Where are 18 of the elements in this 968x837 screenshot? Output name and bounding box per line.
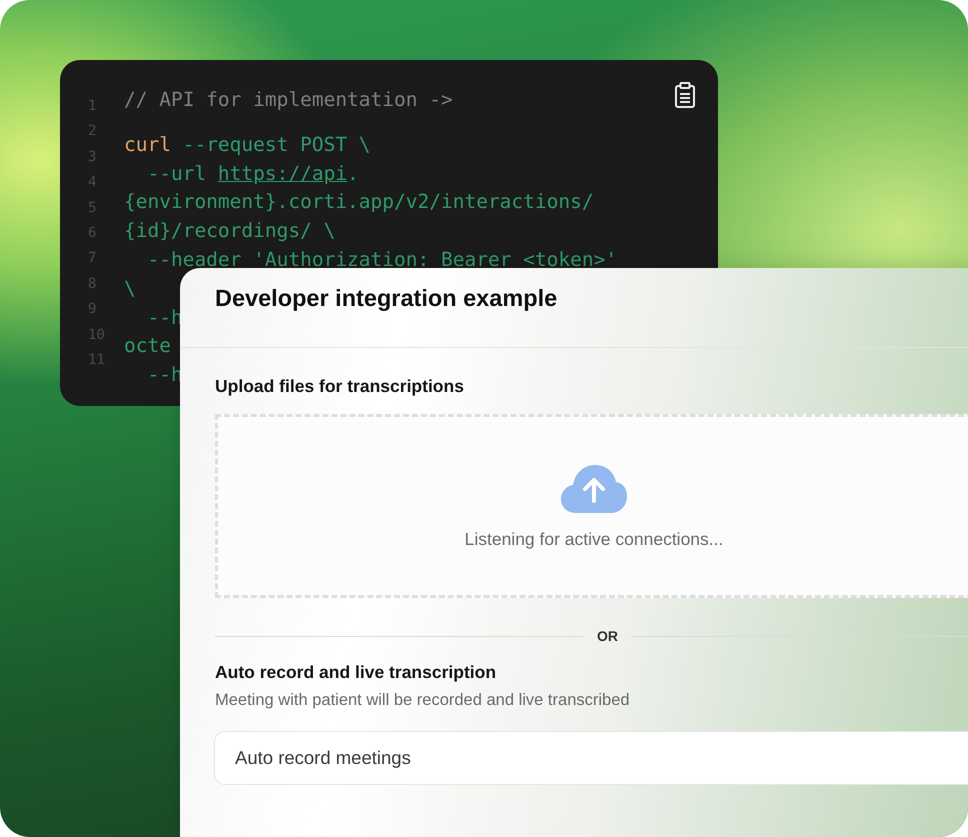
code-line: curl --request POST \ (124, 132, 371, 158)
section-description: Meeting with patient will be recorded and live transcribed (215, 691, 631, 710)
card-title: Developer integration example (215, 285, 558, 312)
upload-status: Listening for active connections... (464, 528, 724, 550)
code-line: {environment}.corti.app/v2/interactions/ (124, 189, 594, 216)
code-line: \ (124, 276, 136, 302)
code-line: // API for implementation -> (124, 87, 453, 113)
or-separator: OR (597, 628, 618, 644)
code-line: {id}/recordings/ \ (124, 218, 336, 244)
auto-record-field[interactable]: Auto record meetings (215, 732, 968, 784)
code-line: --header 'Authorization: Bearer <token>' (146, 246, 618, 273)
section-heading: Upload files for transcriptions (215, 376, 465, 397)
cloud-upload-icon (560, 462, 628, 514)
code-line: octe (124, 333, 171, 360)
section-heading: Auto record and live transcription (215, 662, 498, 683)
upload-dropzone[interactable]: Listening for active connections... (215, 414, 968, 598)
clipboard-icon[interactable] (674, 82, 696, 108)
code-line: --url https://api. (146, 160, 359, 187)
